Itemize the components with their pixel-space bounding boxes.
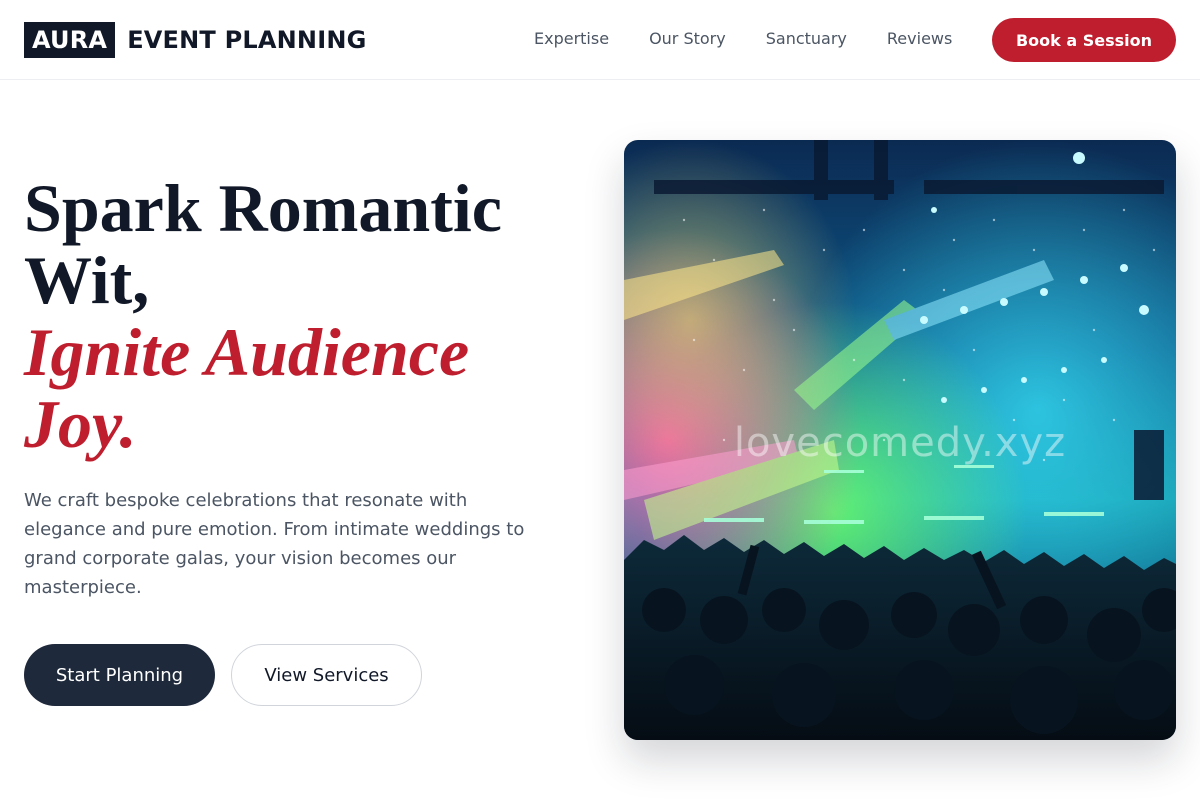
hero-headline: Spark Romantic Wit, Ignite Audience Joy. xyxy=(24,172,564,460)
brand-logo[interactable]: AURA EVENT PLANNING xyxy=(24,22,367,58)
nav-link-sanctuary[interactable]: Sanctuary xyxy=(766,28,847,50)
image-watermark: lovecomedy.xyz xyxy=(733,420,1067,466)
book-session-button[interactable]: Book a Session xyxy=(992,18,1176,62)
top-navigation: AURA EVENT PLANNING Expertise Our Story … xyxy=(0,0,1200,80)
nav-link-our-story[interactable]: Our Story xyxy=(649,28,726,50)
hero-concert-image: lovecomedy.xyz xyxy=(624,140,1176,740)
logo-mark: AURA xyxy=(24,22,116,58)
nav-link-reviews[interactable]: Reviews xyxy=(887,28,952,50)
nav-link-expertise[interactable]: Expertise xyxy=(534,28,609,50)
logo-text: EVENT PLANNING xyxy=(127,26,367,54)
hero-description: We craft bespoke celebrations that reson… xyxy=(24,490,525,598)
headline-accent-line-2: Joy. xyxy=(24,386,137,462)
headline-accent-line-1: Ignite Audience xyxy=(24,314,470,390)
start-planning-button[interactable]: Start Planning xyxy=(24,644,215,706)
headline-line-2: Wit, xyxy=(24,242,150,318)
headline-line-1: Spark Romantic xyxy=(24,170,502,246)
view-services-button[interactable]: View Services xyxy=(231,644,422,706)
nav-links: Expertise Our Story Sanctuary Reviews xyxy=(514,28,972,50)
